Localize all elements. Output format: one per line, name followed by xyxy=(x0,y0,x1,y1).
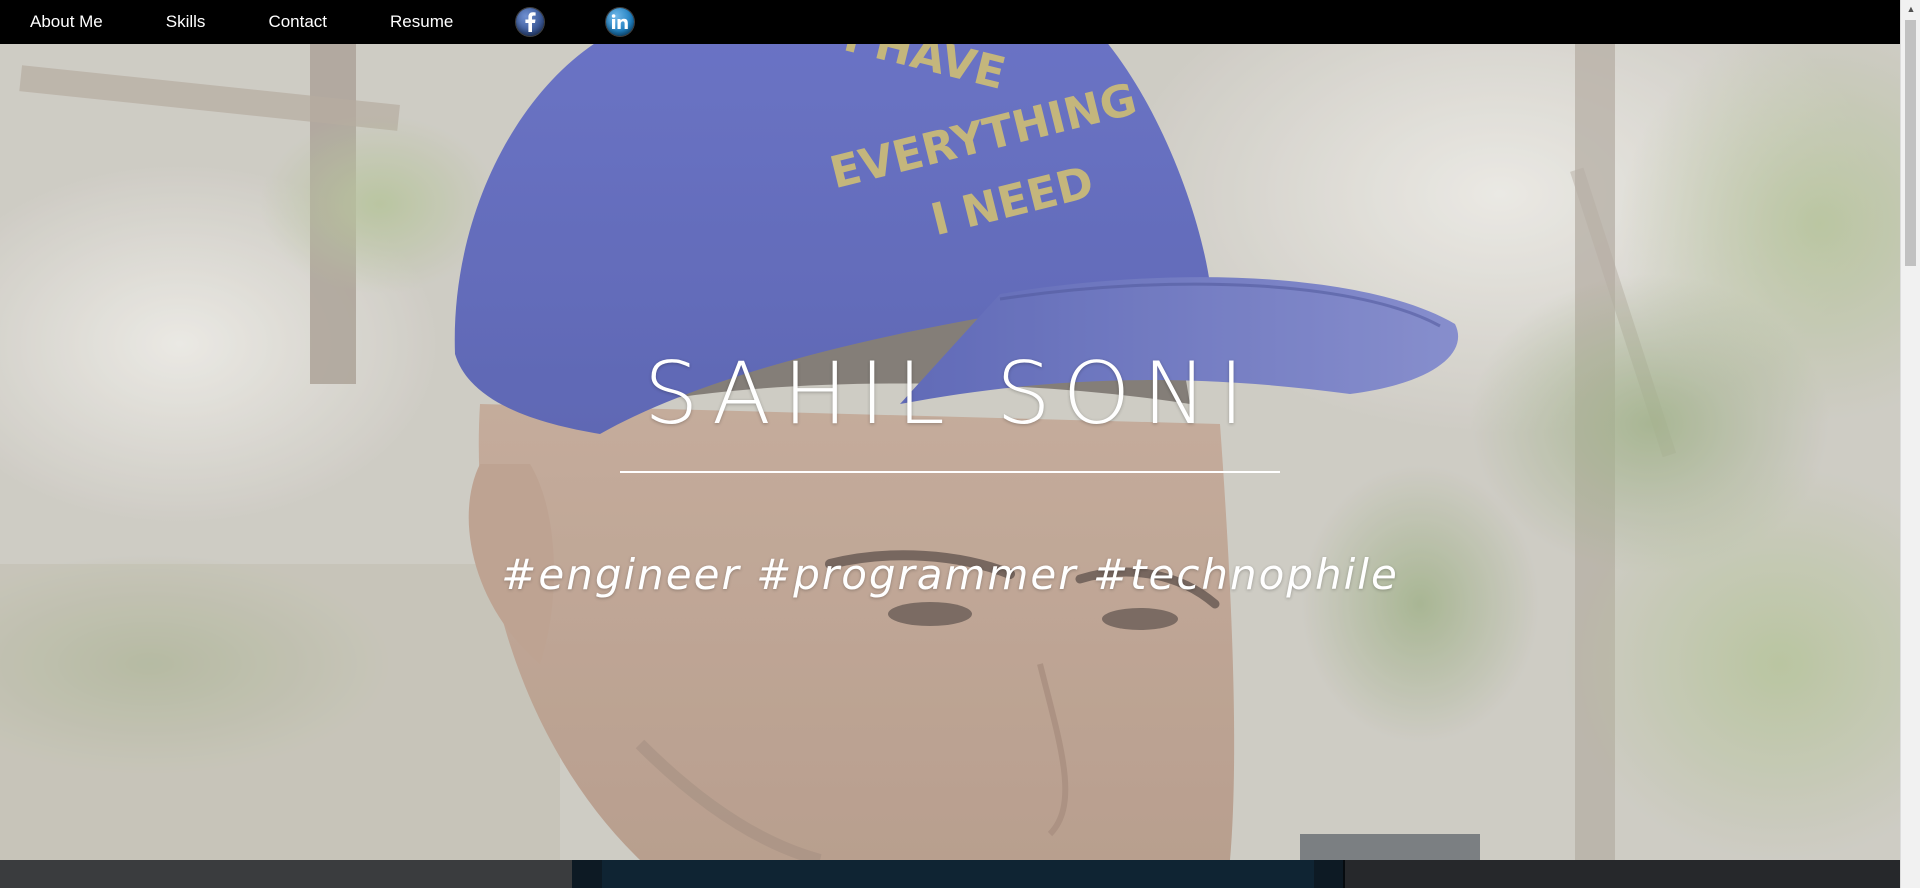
linkedin-icon[interactable] xyxy=(606,8,635,36)
hero-section: I HAVE EVERYTHING I NEED SAHIL SONI #eng… xyxy=(0,44,1900,860)
top-navbar: About Me Skills Contact Resume xyxy=(0,0,1900,44)
linkedin-in-glyph xyxy=(612,14,629,29)
nav-link-skills[interactable]: Skills xyxy=(166,12,206,32)
nav-link-contact[interactable]: Contact xyxy=(268,12,327,32)
hero-title: SAHIL SONI xyxy=(643,344,1257,444)
next-section-right-panel xyxy=(1345,860,1900,888)
next-section-center-inner xyxy=(602,860,1314,888)
scroll-up-arrow-icon[interactable]: ▲ xyxy=(1901,0,1920,18)
hero-tagline: #engineer #programmer #technophile xyxy=(501,550,1399,599)
facebook-f-glyph xyxy=(525,12,536,32)
page: About Me Skills Contact Resume I HAVE EV… xyxy=(0,0,1920,888)
nav-link-about-me[interactable]: About Me xyxy=(30,12,103,32)
scrollbar-thumb[interactable] xyxy=(1905,20,1916,266)
vertical-scrollbar[interactable]: ▲ xyxy=(1900,0,1920,888)
next-section-left-panel xyxy=(0,860,572,888)
facebook-icon[interactable] xyxy=(516,8,545,36)
hero-overlay xyxy=(0,44,1900,860)
next-section-preview xyxy=(0,860,1900,888)
nav-link-resume[interactable]: Resume xyxy=(390,12,453,32)
hero-divider xyxy=(620,471,1280,473)
